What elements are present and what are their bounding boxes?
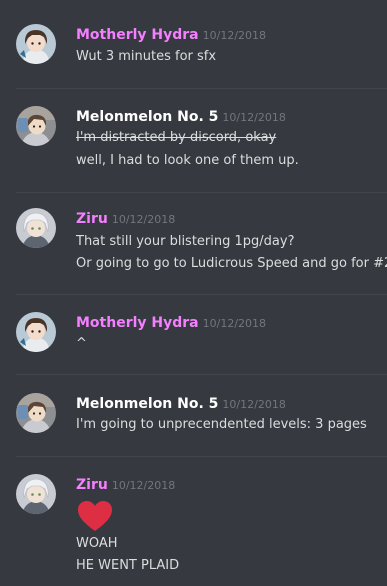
- message-text: I'm going to unprecendented levels: 3 pa…: [76, 417, 367, 432]
- message-text: That still your blistering 1pg/day?: [76, 234, 295, 249]
- timestamp: 10/12/2018: [202, 317, 267, 330]
- timestamp: 10/12/2018: [202, 29, 267, 42]
- message-header: Motherly Hydra 10/12/2018: [76, 24, 266, 44]
- anime-girl-avatar: [16, 24, 56, 64]
- message-text: ^: [76, 336, 87, 351]
- message-header: Melonmelon No. 5 10/12/2018: [76, 393, 286, 413]
- message-divider: [16, 88, 387, 89]
- message-list: Motherly Hydra 10/12/2018 Wut 3 minutes f…: [0, 0, 387, 586]
- message-header: Melonmelon No. 5 10/12/2018: [76, 106, 286, 126]
- avatar[interactable]: [16, 24, 56, 64]
- white-haired-avatar: [16, 474, 56, 514]
- anime-boy-avatar: [16, 393, 56, 433]
- avatar[interactable]: [16, 208, 56, 248]
- username[interactable]: Melonmelon No. 5: [76, 396, 218, 412]
- anime-girl-avatar: [16, 312, 56, 352]
- username[interactable]: Ziru: [76, 477, 108, 493]
- username[interactable]: Motherly Hydra: [76, 27, 199, 43]
- message-header: Ziru 10/12/2018: [76, 474, 175, 494]
- timestamp: 10/12/2018: [111, 213, 176, 226]
- message-divider: [16, 192, 387, 193]
- message-header: Motherly Hydra 10/12/2018: [76, 312, 266, 332]
- message-text: Wut 3 minutes for sfx: [76, 49, 217, 64]
- avatar[interactable]: [16, 393, 56, 433]
- avatar[interactable]: [16, 312, 56, 352]
- timestamp: 10/12/2018: [222, 111, 286, 124]
- timestamp: 10/12/2018: [222, 398, 286, 411]
- message-text-strikethrough: I'm distracted by discord, okay: [76, 130, 277, 145]
- message-text: Or going to go to Ludicrous Speed and go…: [76, 256, 387, 271]
- username[interactable]: Ziru: [76, 211, 108, 227]
- message-text: well, I had to look one of them up.: [76, 153, 299, 168]
- username[interactable]: Motherly Hydra: [76, 315, 199, 331]
- white-haired-avatar: [16, 208, 56, 248]
- username[interactable]: Melonmelon No. 5: [76, 109, 218, 125]
- timestamp: 10/12/2018: [111, 479, 176, 492]
- message-divider: [16, 374, 387, 375]
- message-divider: [16, 456, 387, 457]
- message-text: WOAH: [76, 536, 118, 551]
- message-header: Ziru 10/12/2018: [76, 208, 175, 228]
- heart-emoji[interactable]: [76, 499, 114, 533]
- anime-boy-avatar: [16, 106, 56, 146]
- message-text: HE WENT PLAID: [76, 558, 180, 573]
- avatar[interactable]: [16, 474, 56, 514]
- avatar[interactable]: [16, 106, 56, 146]
- message-divider: [16, 294, 387, 295]
